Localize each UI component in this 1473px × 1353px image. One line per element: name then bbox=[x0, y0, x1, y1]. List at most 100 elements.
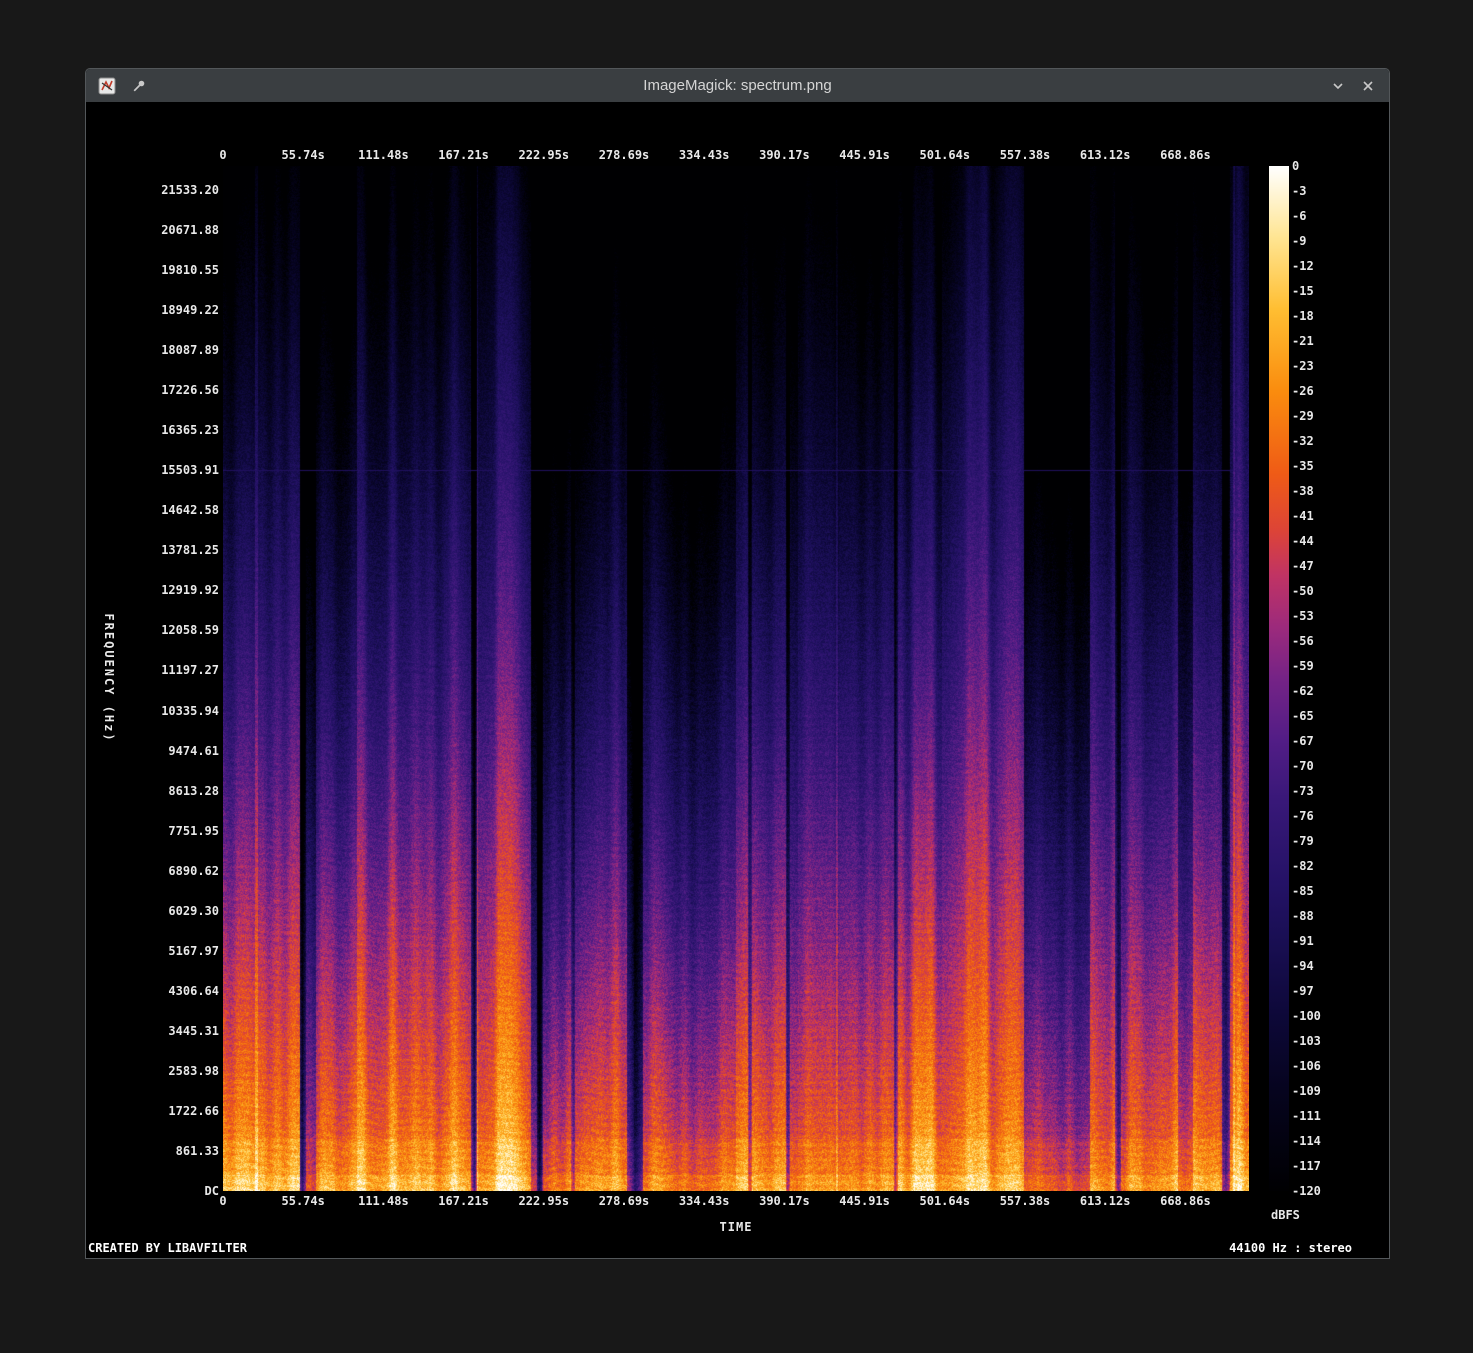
db-tick-label: -109 bbox=[1292, 1084, 1321, 1098]
freq-tick-label: 5167.97 bbox=[168, 944, 219, 958]
time-tick-label: 390.17s bbox=[759, 1194, 810, 1208]
db-tick-label: -50 bbox=[1292, 584, 1314, 598]
freq-tick-label: 20671.88 bbox=[161, 223, 219, 237]
time-tick-label: 222.95s bbox=[519, 148, 570, 162]
db-tick-label: -79 bbox=[1292, 834, 1314, 848]
db-tick-label: -70 bbox=[1292, 759, 1314, 773]
time-tick-label: 167.21s bbox=[438, 1194, 489, 1208]
time-tick-label: 0 bbox=[219, 148, 226, 162]
db-tick-label: -44 bbox=[1292, 534, 1314, 548]
db-tick-label: -18 bbox=[1292, 309, 1314, 323]
db-tick-label: -111 bbox=[1292, 1109, 1321, 1123]
db-tick-label: -29 bbox=[1292, 409, 1314, 423]
db-tick-label: -67 bbox=[1292, 734, 1314, 748]
db-tick-label: -23 bbox=[1292, 359, 1314, 373]
freq-tick-label: 8613.28 bbox=[168, 784, 219, 798]
imagemagick-window: ImageMagick: spectrum.png FREQUENCY (Hz) bbox=[85, 68, 1390, 1259]
window-controls bbox=[1327, 75, 1379, 97]
freq-tick-label: 19810.55 bbox=[161, 263, 219, 277]
db-tick-label: -85 bbox=[1292, 884, 1314, 898]
freq-tick-label: DC bbox=[205, 1184, 219, 1198]
db-tick-label: -41 bbox=[1292, 509, 1314, 523]
chevron-down-icon[interactable] bbox=[1327, 75, 1349, 97]
db-tick-label: -6 bbox=[1292, 209, 1306, 223]
freq-tick-label: 4306.64 bbox=[168, 984, 219, 998]
freq-tick-label: 16365.23 bbox=[161, 423, 219, 437]
db-tick-label: -35 bbox=[1292, 459, 1314, 473]
freq-tick-label: 21533.20 bbox=[161, 183, 219, 197]
colorbar bbox=[1269, 166, 1289, 1191]
freq-tick-label: 861.33 bbox=[176, 1144, 219, 1158]
db-tick-label: -9 bbox=[1292, 234, 1306, 248]
footer-sample-info: 44100 Hz : stereo bbox=[1229, 1241, 1352, 1255]
footer-created-by: CREATED BY LIBAVFILTER bbox=[88, 1241, 247, 1255]
db-tick-label: -65 bbox=[1292, 709, 1314, 723]
freq-tick-label: 6029.30 bbox=[168, 904, 219, 918]
db-tick-label: -100 bbox=[1292, 1009, 1321, 1023]
time-tick-label: 278.69s bbox=[599, 148, 650, 162]
db-tick-label: -56 bbox=[1292, 634, 1314, 648]
db-tick-label: -12 bbox=[1292, 259, 1314, 273]
imagemagick-app-icon[interactable] bbox=[96, 75, 118, 97]
db-tick-label: -32 bbox=[1292, 434, 1314, 448]
time-tick-label: 668.86s bbox=[1160, 148, 1211, 162]
time-tick-label: 445.91s bbox=[839, 148, 890, 162]
freq-tick-label: 18087.89 bbox=[161, 343, 219, 357]
freq-tick-label: 15503.91 bbox=[161, 463, 219, 477]
time-tick-label: 501.64s bbox=[920, 1194, 971, 1208]
time-tick-label: 334.43s bbox=[679, 148, 730, 162]
db-tick-label: -15 bbox=[1292, 284, 1314, 298]
window-body: FREQUENCY (Hz) 21533.2020671.8819810.551… bbox=[86, 102, 1389, 1258]
spectrogram-image bbox=[223, 166, 1249, 1191]
dbfs-unit-label: dBFS bbox=[1271, 1208, 1300, 1222]
time-tick-label: 55.74s bbox=[282, 1194, 325, 1208]
close-icon[interactable] bbox=[1357, 75, 1379, 97]
time-tick-label: 390.17s bbox=[759, 148, 810, 162]
freq-tick-label: 3445.31 bbox=[168, 1024, 219, 1038]
freq-tick-label: 14642.58 bbox=[161, 503, 219, 517]
db-tick-label: -114 bbox=[1292, 1134, 1321, 1148]
freq-tick-label: 7751.95 bbox=[168, 824, 219, 838]
db-tick-label: -53 bbox=[1292, 609, 1314, 623]
db-tick-label: -59 bbox=[1292, 659, 1314, 673]
db-tick-label: -120 bbox=[1292, 1184, 1321, 1198]
freq-tick-label: 10335.94 bbox=[161, 704, 219, 718]
freq-tick-label: 11197.27 bbox=[161, 663, 219, 677]
db-tick-label: -106 bbox=[1292, 1059, 1321, 1073]
time-tick-label: 222.95s bbox=[519, 1194, 570, 1208]
time-tick-label: 111.48s bbox=[358, 148, 409, 162]
freq-tick-label: 6890.62 bbox=[168, 864, 219, 878]
time-tick-label: 501.64s bbox=[920, 148, 971, 162]
db-tick-label: -26 bbox=[1292, 384, 1314, 398]
freq-tick-label: 12058.59 bbox=[161, 623, 219, 637]
freq-tick-label: 18949.22 bbox=[161, 303, 219, 317]
time-tick-label: 445.91s bbox=[839, 1194, 890, 1208]
time-tick-label: 55.74s bbox=[282, 148, 325, 162]
window-title: ImageMagick: spectrum.png bbox=[86, 77, 1389, 94]
time-tick-label: 167.21s bbox=[438, 148, 489, 162]
titlebar[interactable]: ImageMagick: spectrum.png bbox=[86, 69, 1389, 102]
db-tick-label: -88 bbox=[1292, 909, 1314, 923]
db-tick-label: -76 bbox=[1292, 809, 1314, 823]
db-tick-label: -73 bbox=[1292, 784, 1314, 798]
time-tick-label: 557.38s bbox=[1000, 148, 1051, 162]
db-tick-label: -62 bbox=[1292, 684, 1314, 698]
freq-tick-label: 2583.98 bbox=[168, 1064, 219, 1078]
freq-tick-label: 12919.92 bbox=[161, 583, 219, 597]
time-tick-label: 0 bbox=[219, 1194, 226, 1208]
time-tick-label: 557.38s bbox=[1000, 1194, 1051, 1208]
time-tick-label: 613.12s bbox=[1080, 148, 1131, 162]
time-tick-label: 111.48s bbox=[358, 1194, 409, 1208]
db-tick-label: -94 bbox=[1292, 959, 1314, 973]
time-tick-label: 278.69s bbox=[599, 1194, 650, 1208]
db-tick-label: -82 bbox=[1292, 859, 1314, 873]
db-tick-label: -117 bbox=[1292, 1159, 1321, 1173]
pin-icon[interactable] bbox=[128, 75, 150, 97]
db-tick-label: -97 bbox=[1292, 984, 1314, 998]
db-tick-label: -47 bbox=[1292, 559, 1314, 573]
db-tick-label: -21 bbox=[1292, 334, 1314, 348]
db-tick-label: -3 bbox=[1292, 184, 1306, 198]
db-tick-label: -103 bbox=[1292, 1034, 1321, 1048]
db-tick-label: -38 bbox=[1292, 484, 1314, 498]
freq-tick-label: 17226.56 bbox=[161, 383, 219, 397]
